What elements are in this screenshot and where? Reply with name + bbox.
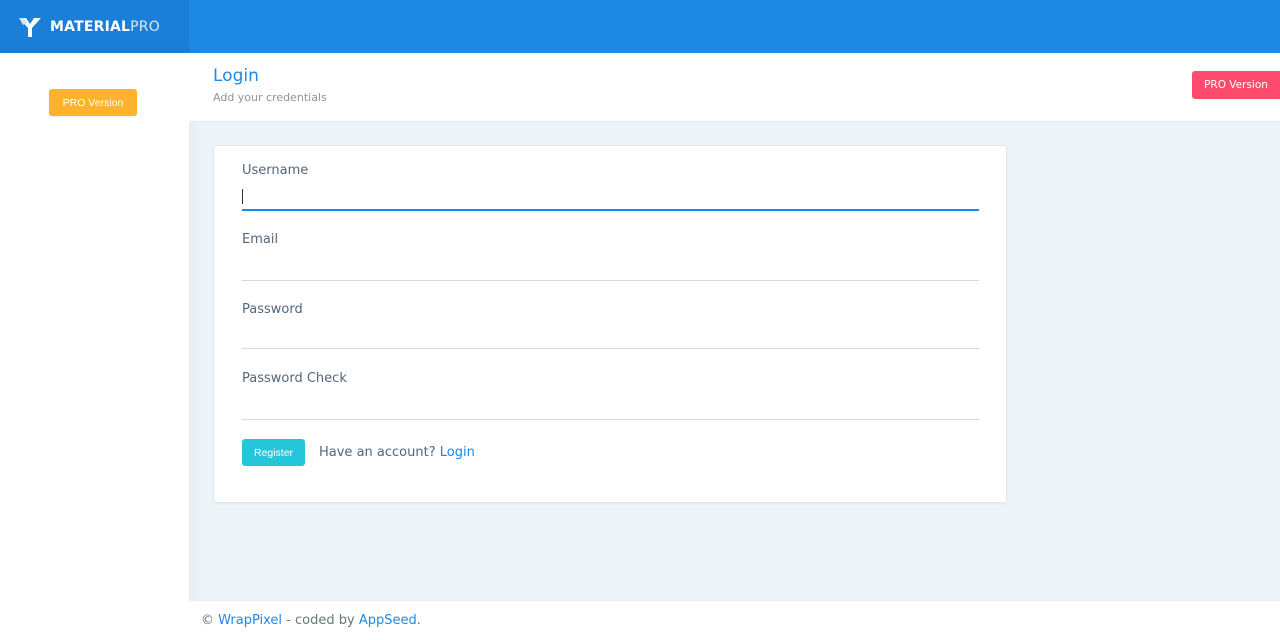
brand-name: MATERIALPRO <box>50 18 160 35</box>
materialpro-logo-icon <box>19 17 41 37</box>
password-check-underline <box>242 419 979 420</box>
username-label: Username <box>242 163 309 178</box>
email-underline <box>242 280 979 281</box>
page-title: Login <box>213 66 259 86</box>
footer-coded-by: - coded by <box>282 613 359 628</box>
email-field: Email <box>242 232 979 282</box>
password-underline <box>242 348 979 349</box>
footer-end: . <box>416 613 421 628</box>
page-header: Login Add your credentials PRO Version <box>189 53 1280 122</box>
sidebar-pro-version-button[interactable]: PRO Version <box>49 89 137 116</box>
footer: © WrapPixel - coded by AppSeed. <box>189 600 1280 640</box>
wrappixel-link[interactable]: WrapPixel <box>218 613 282 628</box>
username-underline <box>242 209 979 211</box>
page-subtitle: Add your credentials <box>213 91 327 104</box>
email-label: Email <box>242 232 279 247</box>
header-pro-version-button[interactable]: PRO Version <box>1192 71 1280 99</box>
password-input[interactable] <box>242 324 979 346</box>
login-link[interactable]: Login <box>440 445 475 460</box>
password-field: Password <box>242 302 979 352</box>
email-input[interactable] <box>242 254 979 276</box>
password-check-input[interactable] <box>242 393 979 415</box>
username-field: Username <box>242 163 979 213</box>
username-input[interactable] <box>242 185 979 207</box>
account-prompt-text: Have an account? <box>319 445 436 460</box>
sidebar: PRO Version <box>0 53 189 640</box>
password-check-label: Password Check <box>242 371 347 386</box>
password-label: Password <box>242 302 303 317</box>
brand[interactable]: MATERIALPRO <box>0 0 189 53</box>
copyright-symbol: © <box>201 613 214 628</box>
register-button[interactable]: Register <box>242 439 305 466</box>
password-check-field: Password Check <box>242 371 979 421</box>
topbar: MATERIALPRO <box>0 0 1280 53</box>
register-card: Username Email Password Password Check R… <box>213 145 1007 503</box>
appseed-link[interactable]: AppSeed <box>359 613 417 628</box>
account-prompt: Have an account? Login <box>319 445 475 460</box>
